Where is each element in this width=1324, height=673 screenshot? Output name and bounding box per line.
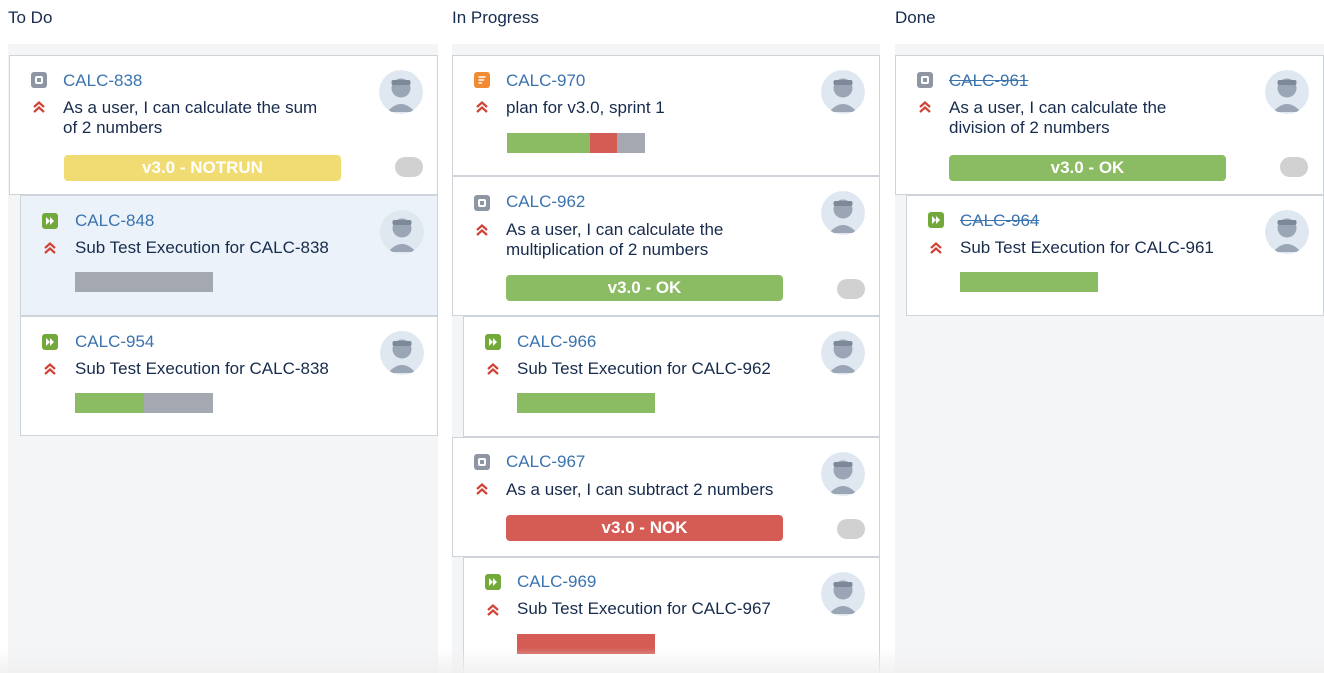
avatar-icon[interactable] <box>821 70 865 114</box>
progress-pass-segment <box>517 393 655 413</box>
highest-priority-icon <box>487 363 499 375</box>
issue-summary: Sub Test Execution for CALC-967 <box>517 599 771 618</box>
column-header-todo: To Do <box>8 8 53 27</box>
avatar-icon[interactable] <box>821 191 865 235</box>
test-execution-icon <box>485 334 501 350</box>
test-status-badge: v3.0 - OK <box>506 275 783 301</box>
progress-pass-segment <box>507 133 590 153</box>
test-status-badge: v3.0 - NOTRUN <box>64 155 341 181</box>
issue-key-link[interactable]: CALC-954 <box>75 332 154 352</box>
card-calc-966[interactable]: CALC-966 Sub Test Execution for CALC-962 <box>463 316 880 437</box>
card-calc-848[interactable]: CALC-848 Sub Test Execution for CALC-838 <box>20 195 438 316</box>
test-icon <box>474 454 490 470</box>
test-progress-bar <box>75 272 213 292</box>
progress-fail-segment <box>517 634 655 654</box>
issue-summary: Sub Test Execution for CALC-962 <box>517 359 771 378</box>
issue-key-link[interactable]: CALC-848 <box>75 211 154 231</box>
avatar-icon[interactable] <box>380 210 424 254</box>
avatar-icon[interactable] <box>379 70 423 114</box>
issue-key-link[interactable]: CALC-838 <box>63 71 142 91</box>
issue-summary: As a user, I can subtract 2 numbers <box>506 480 774 499</box>
card-calc-964[interactable]: CALC-964 Sub Test Execution for CALC-961 <box>906 195 1324 316</box>
highest-priority-icon <box>33 101 45 113</box>
issue-summary-line-1: As a user, I can calculate the <box>949 98 1167 117</box>
test-execution-icon <box>485 574 501 590</box>
issue-summary: Sub Test Execution for CALC-961 <box>960 238 1214 257</box>
issue-key-link[interactable]: CALC-962 <box>506 192 585 212</box>
avatar-icon[interactable] <box>821 572 865 616</box>
progress-todo-segment <box>144 393 213 413</box>
card-calc-969[interactable]: CALC-969 Sub Test Execution for CALC-967 <box>463 557 880 673</box>
test-progress-bar <box>960 272 1098 292</box>
highest-priority-icon <box>919 101 931 113</box>
progress-todo-segment <box>617 133 645 153</box>
issue-key-link[interactable]: CALC-969 <box>517 572 596 592</box>
highest-priority-icon <box>476 101 488 113</box>
toggle-pill[interactable] <box>837 279 865 299</box>
column-header-done: Done <box>895 8 936 27</box>
test-icon <box>474 195 490 211</box>
highest-priority-icon <box>476 224 488 236</box>
issue-summary-line-2: division of 2 numbers <box>949 118 1110 137</box>
card-calc-967[interactable]: CALC-967 As a user, I can subtract 2 num… <box>452 437 880 557</box>
avatar-icon[interactable] <box>1265 70 1309 114</box>
test-icon <box>917 72 933 88</box>
issue-summary-line-1: As a user, I can calculate the sum <box>63 98 318 117</box>
toggle-pill[interactable] <box>1280 157 1308 177</box>
issue-key-link[interactable]: CALC-966 <box>517 332 596 352</box>
issue-key-link[interactable]: CALC-967 <box>506 452 585 472</box>
card-calc-962[interactable]: CALC-962 As a user, I can calculate the … <box>452 176 880 316</box>
test-progress-bar <box>517 634 655 654</box>
issue-summary: plan for v3.0, sprint 1 <box>506 98 665 117</box>
highest-priority-icon <box>44 363 56 375</box>
test-progress-bar <box>507 133 645 153</box>
test-status-badge: v3.0 - NOK <box>506 515 783 541</box>
test-execution-icon <box>928 212 944 228</box>
test-execution-icon <box>42 213 58 229</box>
test-progress-bar <box>75 393 213 413</box>
issue-key-link[interactable]: CALC-970 <box>506 71 585 91</box>
avatar-icon[interactable] <box>380 331 424 375</box>
issue-summary: Sub Test Execution for CALC-838 <box>75 359 329 378</box>
issue-summary-line-1: As a user, I can calculate the <box>506 220 724 239</box>
column-header-in-progress: In Progress <box>452 8 539 27</box>
highest-priority-icon <box>487 604 499 616</box>
progress-pass-segment <box>960 272 1098 292</box>
test-icon <box>31 72 47 88</box>
card-calc-838[interactable]: CALC-838 As a user, I can calculate the … <box>9 55 438 195</box>
issue-summary: Sub Test Execution for CALC-838 <box>75 238 329 257</box>
avatar-icon[interactable] <box>821 452 865 496</box>
progress-todo-segment <box>75 272 213 292</box>
highest-priority-icon <box>476 483 488 495</box>
test-progress-bar <box>517 393 655 413</box>
avatar-icon[interactable] <box>821 331 865 375</box>
avatar-icon[interactable] <box>1265 210 1309 254</box>
issue-summary-line-2: multiplication of 2 numbers <box>506 240 709 259</box>
test-execution-icon <box>42 334 58 350</box>
highest-priority-icon <box>44 242 56 254</box>
test-status-badge: v3.0 - OK <box>949 155 1226 181</box>
toggle-pill[interactable] <box>395 157 423 177</box>
card-calc-970[interactable]: CALC-970 plan for v3.0, sprint 1 <box>452 55 880 176</box>
issue-key-link[interactable]: CALC-961 <box>949 71 1028 91</box>
highest-priority-icon <box>930 242 942 254</box>
card-calc-954[interactable]: CALC-954 Sub Test Execution for CALC-838 <box>20 316 438 436</box>
toggle-pill[interactable] <box>837 519 865 539</box>
progress-fail-segment <box>589 133 618 153</box>
test-plan-icon <box>474 72 490 88</box>
progress-pass-segment <box>75 393 144 413</box>
issue-key-link[interactable]: CALC-964 <box>960 211 1039 231</box>
card-calc-961[interactable]: CALC-961 As a user, I can calculate the … <box>895 55 1324 195</box>
issue-summary-line-2: of 2 numbers <box>63 118 163 137</box>
